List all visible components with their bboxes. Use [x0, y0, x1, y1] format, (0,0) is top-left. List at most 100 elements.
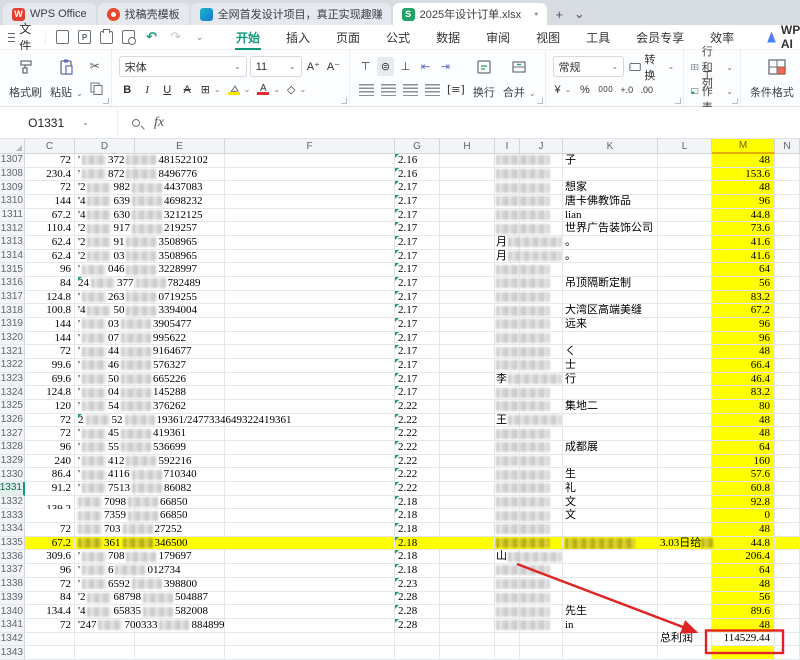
cell-h[interactable] — [440, 291, 495, 305]
cell-m[interactable]: 206.4 — [712, 550, 775, 564]
cell-l[interactable] — [658, 646, 712, 660]
row-header-1314[interactable]: 1314 — [0, 250, 25, 264]
cell-n[interactable] — [775, 441, 800, 455]
cell-def[interactable]: '07995622 — [75, 332, 395, 346]
cell-n[interactable] — [775, 619, 800, 633]
cell-c[interactable]: 72 — [25, 154, 75, 168]
cell-g[interactable]: 2.28 — [395, 605, 440, 619]
column-header-K[interactable]: K — [563, 139, 658, 154]
row-header-1329[interactable]: 1329 — [0, 455, 25, 469]
cell-c[interactable]: 72 — [25, 414, 75, 428]
cell-m[interactable]: 48 — [712, 523, 775, 537]
cell-c[interactable]: 124.8 — [25, 291, 75, 305]
align-top-icon[interactable]: ⊤ — [357, 57, 374, 76]
cell-ij[interactable] — [495, 332, 563, 346]
cell-m[interactable]: 48 — [712, 345, 775, 359]
cell-l[interactable] — [658, 318, 712, 332]
column-header-I[interactable]: I — [495, 139, 520, 154]
cell-c[interactable]: 69.6 — [25, 373, 75, 387]
cell-ij[interactable] — [495, 468, 563, 482]
cell-h[interactable] — [440, 386, 495, 400]
copy-icon[interactable] — [90, 82, 103, 98]
cell-h[interactable] — [440, 619, 495, 633]
cell-k[interactable] — [563, 455, 658, 469]
align-bottom-icon[interactable]: ⊥ — [397, 57, 414, 76]
cell-l[interactable] — [658, 263, 712, 277]
cell-k[interactable] — [563, 332, 658, 346]
cell-c[interactable]: 139.2 — [25, 496, 75, 510]
row-header-1316[interactable]: 1316 — [0, 277, 25, 291]
cell-g[interactable]: 2.22 — [395, 414, 440, 428]
cell-l[interactable] — [658, 386, 712, 400]
cell-ij[interactable] — [495, 209, 563, 223]
cell-ij[interactable] — [495, 523, 563, 537]
cell-g[interactable]: 2.17 — [395, 332, 440, 346]
cell-ij[interactable] — [495, 427, 563, 441]
cell-def[interactable]: '465835582008 — [75, 605, 395, 619]
cell-c[interactable]: 240 — [25, 455, 75, 469]
cell-l[interactable] — [658, 332, 712, 346]
cell-h[interactable] — [440, 523, 495, 537]
undo-icon[interactable]: ↶ — [144, 30, 159, 45]
cell-ij[interactable] — [495, 359, 563, 373]
cell-ij[interactable] — [495, 455, 563, 469]
column-header-J[interactable]: J — [520, 139, 563, 154]
cell-k[interactable] — [563, 564, 658, 578]
cell-n[interactable] — [775, 236, 800, 250]
cell-ij[interactable] — [495, 345, 563, 359]
cell-m[interactable]: 64 — [712, 564, 775, 578]
cell-ij[interactable] — [495, 537, 563, 551]
cell-c[interactable]: 309.6 — [25, 550, 75, 564]
cell-k[interactable] — [563, 263, 658, 277]
cell-l[interactable] — [658, 236, 712, 250]
cell-def[interactable]: '2630719255 — [75, 291, 395, 305]
row-header-1332[interactable]: 1332 — [0, 496, 25, 510]
cell-ij[interactable] — [495, 496, 563, 510]
row-header-1311[interactable]: 1311 — [0, 209, 25, 223]
cell-g[interactable]: 2.28 — [395, 619, 440, 633]
cell-g[interactable]: 2.17 — [395, 277, 440, 291]
cell-def[interactable]: '4503394004 — [75, 304, 395, 318]
decrease-decimal-button[interactable]: .00 — [638, 80, 655, 99]
cell-def[interactable]: '2033508965 — [75, 250, 395, 264]
increase-indent-icon[interactable]: ⇥ — [437, 57, 454, 76]
cell-m[interactable]: 56 — [712, 277, 775, 291]
cell-l[interactable] — [658, 291, 712, 305]
cell-m[interactable]: 160 — [712, 455, 775, 469]
cell-def[interactable]: '46576327 — [75, 359, 395, 373]
cell-h[interactable] — [440, 318, 495, 332]
cell-g[interactable]: 2.17 — [395, 209, 440, 223]
column-header-H[interactable]: H — [440, 139, 495, 154]
cell-ij[interactable] — [495, 195, 563, 209]
cell-k[interactable]: 子 — [563, 154, 658, 168]
row-header-1336[interactable]: 1336 — [0, 550, 25, 564]
cell-g[interactable]: 2.22 — [395, 455, 440, 469]
cell-k[interactable] — [563, 414, 658, 428]
cell-k[interactable]: 成都展 — [563, 441, 658, 455]
cell-c[interactable]: 96 — [25, 441, 75, 455]
ribbon-tab-home[interactable]: 开始 — [223, 25, 273, 50]
cell-l[interactable] — [658, 564, 712, 578]
select-all-corner[interactable] — [0, 139, 25, 154]
cell-h[interactable] — [440, 592, 495, 606]
cell-c[interactable]: 120 — [25, 400, 75, 414]
cell-l[interactable] — [658, 523, 712, 537]
cell-c[interactable]: 72 — [25, 619, 75, 633]
cell-k[interactable] — [563, 386, 658, 400]
cell-n[interactable] — [775, 250, 800, 264]
cell-def[interactable]: 361346500 — [75, 537, 395, 551]
fill-color-button[interactable]: ⌄ — [226, 80, 253, 99]
cell-h[interactable] — [440, 605, 495, 619]
column-header-E[interactable]: E — [135, 139, 225, 154]
cell-k[interactable] — [563, 578, 658, 592]
row-header-1318[interactable]: 1318 — [0, 304, 25, 318]
cell-k[interactable] — [563, 427, 658, 441]
cell-c[interactable]: 99.6 — [25, 359, 75, 373]
ribbon-tab-insert[interactable]: 插入 — [273, 25, 323, 50]
cell-l[interactable] — [658, 619, 712, 633]
cell-def[interactable]: 70327252 — [75, 523, 395, 537]
strikethrough-button[interactable]: A — [179, 80, 196, 99]
cell-k[interactable] — [563, 168, 658, 182]
cell-k[interactable]: in — [563, 619, 658, 633]
cell-c[interactable]: 144 — [25, 332, 75, 346]
